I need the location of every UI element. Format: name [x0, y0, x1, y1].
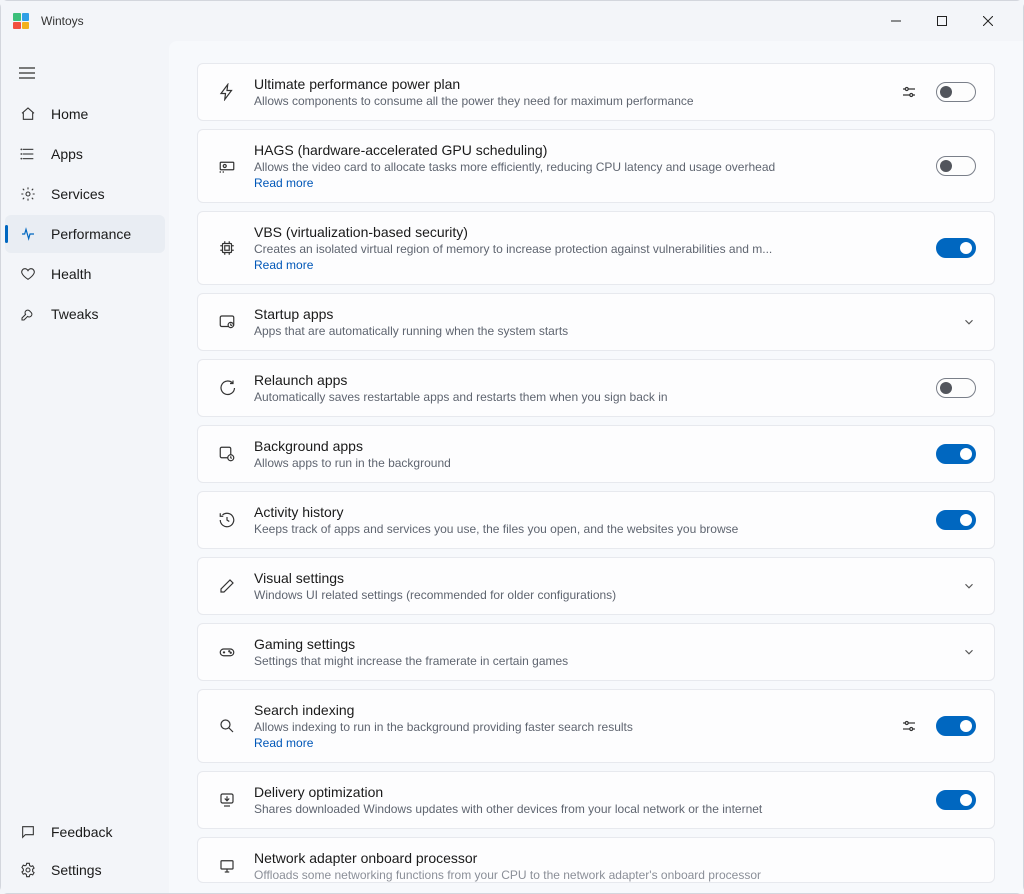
ultimate-performance-toggle[interactable] [936, 82, 976, 102]
search-indexing-toggle[interactable] [936, 716, 976, 736]
card-title: Startup apps [254, 306, 946, 322]
chevron-down-icon [962, 315, 976, 329]
network-icon [216, 855, 238, 877]
window-close-button[interactable] [965, 5, 1011, 37]
card-description: Offloads some networking functions from … [254, 868, 976, 882]
background-apps-icon [216, 443, 238, 465]
chevron-down-icon [962, 645, 976, 659]
sliders-icon[interactable] [900, 717, 918, 735]
card-relaunch-apps[interactable]: Relaunch apps Automatically saves restar… [197, 359, 995, 417]
download-icon [216, 789, 238, 811]
card-description: Allows the video card to allocate tasks … [254, 160, 920, 174]
sidebar-item-label: Feedback [51, 824, 112, 840]
sidebar-item-label: Performance [51, 226, 131, 242]
home-icon [19, 105, 37, 123]
card-description: Keeps track of apps and services you use… [254, 522, 920, 536]
card-startup-apps[interactable]: Startup apps Apps that are automatically… [197, 293, 995, 351]
sidebar-item-apps[interactable]: Apps [5, 135, 165, 173]
gear-icon [19, 185, 37, 203]
card-network-adapter[interactable]: Network adapter onboard processor Offloa… [197, 837, 995, 883]
card-title: Visual settings [254, 570, 946, 586]
card-title: Search indexing [254, 702, 884, 718]
history-icon [216, 509, 238, 531]
background-apps-toggle[interactable] [936, 444, 976, 464]
vbs-toggle[interactable] [936, 238, 976, 258]
refresh-icon [216, 377, 238, 399]
card-vbs[interactable]: VBS (virtualization-based security) Crea… [197, 211, 995, 285]
sidebar-item-label: Services [51, 186, 105, 202]
settings-icon [19, 861, 37, 879]
sidebar-item-label: Health [51, 266, 91, 282]
read-more-link[interactable]: Read more [254, 176, 920, 190]
card-description: Allows indexing to run in the background… [254, 720, 884, 734]
titlebar: Wintoys [1, 1, 1023, 41]
hags-toggle[interactable] [936, 156, 976, 176]
gamepad-icon [216, 641, 238, 663]
card-background-apps[interactable]: Background apps Allows apps to run in th… [197, 425, 995, 483]
delivery-optimization-toggle[interactable] [936, 790, 976, 810]
card-description: Allows apps to run in the background [254, 456, 920, 470]
cpu-icon [216, 237, 238, 259]
sidebar-item-services[interactable]: Services [5, 175, 165, 213]
card-hags[interactable]: HAGS (hardware-accelerated GPU schedulin… [197, 129, 995, 203]
read-more-link[interactable]: Read more [254, 736, 884, 750]
wrench-icon [19, 305, 37, 323]
sidebar-item-label: Apps [51, 146, 83, 162]
app-logo-icon [13, 13, 29, 29]
card-description: Creates an isolated virtual region of me… [254, 242, 920, 256]
card-description: Automatically saves restartable apps and… [254, 390, 920, 404]
card-ultimate-performance[interactable]: Ultimate performance power plan Allows c… [197, 63, 995, 121]
window-minimize-button[interactable] [873, 5, 919, 37]
sidebar-item-settings[interactable]: Settings [5, 851, 165, 889]
bolt-icon [216, 81, 238, 103]
startup-icon [216, 311, 238, 333]
hamburger-button[interactable] [1, 61, 169, 95]
sidebar-item-home[interactable]: Home [5, 95, 165, 133]
app-title: Wintoys [41, 14, 84, 28]
sliders-icon[interactable] [900, 83, 918, 101]
window-maximize-button[interactable] [919, 5, 965, 37]
card-description: Settings that might increase the framera… [254, 654, 946, 668]
card-visual-settings[interactable]: Visual settings Windows UI related setti… [197, 557, 995, 615]
card-activity-history[interactable]: Activity history Keeps track of apps and… [197, 491, 995, 549]
pulse-icon [19, 225, 37, 243]
card-title: Background apps [254, 438, 920, 454]
pencil-icon [216, 575, 238, 597]
sidebar-item-performance[interactable]: Performance [5, 215, 165, 253]
card-title: Gaming settings [254, 636, 946, 652]
card-gaming-settings[interactable]: Gaming settings Settings that might incr… [197, 623, 995, 681]
card-delivery-optimization[interactable]: Delivery optimization Shares downloaded … [197, 771, 995, 829]
card-title: Network adapter onboard processor [254, 850, 976, 866]
chevron-down-icon [962, 579, 976, 593]
read-more-link[interactable]: Read more [254, 258, 920, 272]
relaunch-apps-toggle[interactable] [936, 378, 976, 398]
content-area: Ultimate performance power plan Allows c… [169, 41, 1023, 893]
card-description: Shares downloaded Windows updates with o… [254, 802, 920, 816]
card-description: Windows UI related settings (recommended… [254, 588, 946, 602]
card-title: Relaunch apps [254, 372, 920, 388]
sidebar-item-health[interactable]: Health [5, 255, 165, 293]
card-search-indexing[interactable]: Search indexing Allows indexing to run i… [197, 689, 995, 763]
card-title: HAGS (hardware-accelerated GPU schedulin… [254, 142, 920, 158]
apps-icon [19, 145, 37, 163]
sidebar-item-label: Settings [51, 862, 102, 878]
sidebar-item-feedback[interactable]: Feedback [5, 813, 165, 851]
sidebar-item-tweaks[interactable]: Tweaks [5, 295, 165, 333]
card-description: Allows components to consume all the pow… [254, 94, 884, 108]
activity-history-toggle[interactable] [936, 510, 976, 530]
card-title: Activity history [254, 504, 920, 520]
card-title: VBS (virtualization-based security) [254, 224, 920, 240]
card-title: Delivery optimization [254, 784, 920, 800]
gpu-icon [216, 155, 238, 177]
sidebar-item-label: Tweaks [51, 306, 98, 322]
card-description: Apps that are automatically running when… [254, 324, 946, 338]
card-title: Ultimate performance power plan [254, 76, 884, 92]
sidebar: Home Apps Services Performance [1, 41, 169, 893]
sidebar-item-label: Home [51, 106, 88, 122]
search-icon [216, 715, 238, 737]
feedback-icon [19, 823, 37, 841]
heart-icon [19, 265, 37, 283]
